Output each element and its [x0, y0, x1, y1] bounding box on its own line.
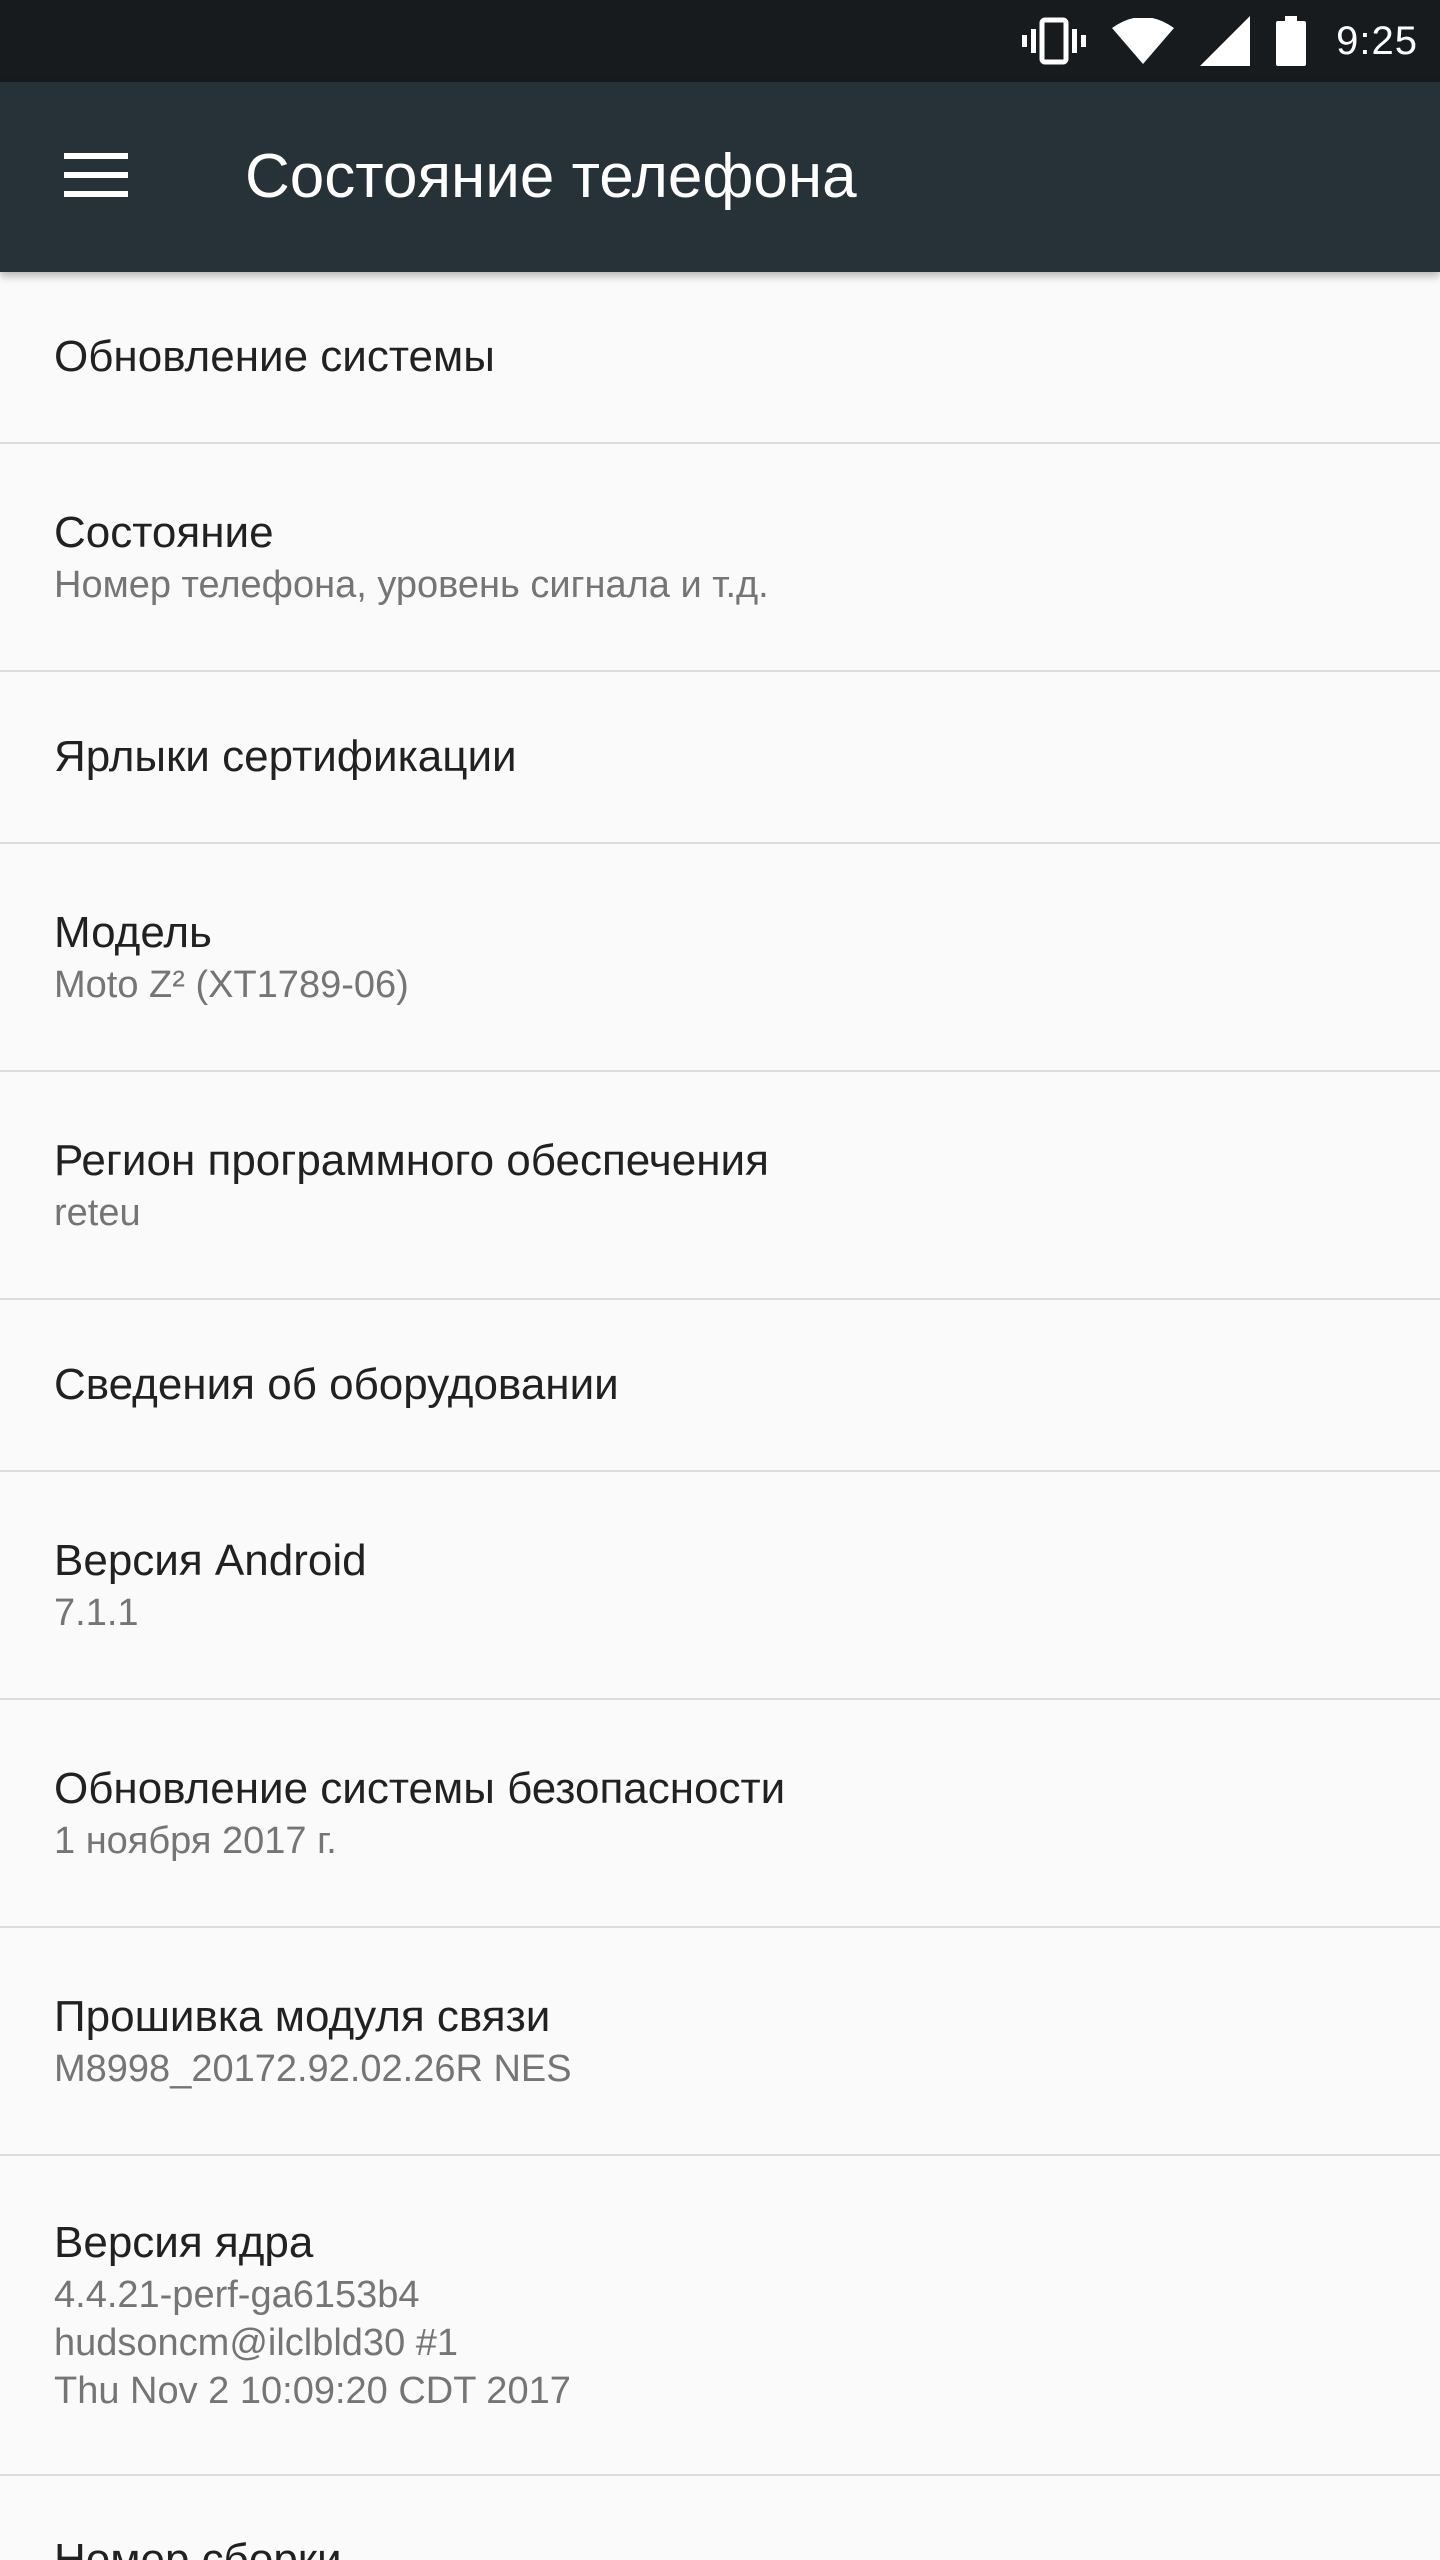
item-summary: M8998_20172.92.02.26R NES	[54, 2048, 572, 2090]
settings-item-certification-labels[interactable]: Ярлыки сертификации	[0, 672, 1440, 844]
vibrate-icon	[1022, 17, 1087, 65]
settings-item-system-update[interactable]: Обновление системы	[0, 272, 1440, 444]
settings-item-software-region[interactable]: Регион программного обеспечения reteu	[0, 1072, 1440, 1300]
item-title: Состояние	[54, 508, 274, 557]
app-bar: Состояние телефона	[0, 82, 1440, 272]
item-summary: reteu	[54, 1192, 141, 1234]
wifi-icon	[1112, 18, 1175, 64]
item-title: Версия Android	[54, 1536, 367, 1585]
battery-icon	[1276, 16, 1307, 66]
item-title: Регион программного обеспечения	[54, 1136, 769, 1185]
item-title: Сведения об оборудовании	[54, 1360, 619, 1409]
settings-item-build-number[interactable]: Номер сборки	[0, 2476, 1440, 2560]
status-time: 9:25	[1336, 18, 1418, 63]
status-icons: 9:25	[996, 0, 1418, 82]
menu-button[interactable]	[44, 133, 148, 221]
settings-item-baseband-version[interactable]: Прошивка модуля связи M8998_20172.92.02.…	[0, 1928, 1440, 2156]
settings-item-android-version[interactable]: Версия Android 7.1.1	[0, 1472, 1440, 1700]
hamburger-menu-icon	[64, 152, 128, 202]
settings-item-hardware-info[interactable]: Сведения об оборудовании	[0, 1300, 1440, 1472]
item-summary: 7.1.1	[54, 1592, 139, 1634]
status-bar: 9:25	[0, 0, 1440, 82]
settings-item-status[interactable]: Состояние Номер телефона, уровень сигнал…	[0, 444, 1440, 672]
item-summary: Moto Z² (XT1789-06)	[54, 964, 409, 1006]
cell-signal-icon	[1200, 16, 1251, 66]
item-title: Ярлыки сертификации	[54, 732, 517, 781]
item-title: Прошивка модуля связи	[54, 1992, 551, 2041]
item-summary: 1 ноября 2017 г.	[54, 1820, 337, 1862]
item-summary: Номер телефона, уровень сигнала и т.д.	[54, 564, 769, 606]
settings-list[interactable]: Обновление системы Состояние Номер телеф…	[0, 272, 1440, 2560]
item-summary: 4.4.21-perf-ga6153b4 hudsoncm@ilclbld30 …	[54, 2274, 571, 2412]
settings-item-model[interactable]: Модель Moto Z² (XT1789-06)	[0, 844, 1440, 1072]
item-title: Версия ядра	[54, 2218, 314, 2267]
item-title: Модель	[54, 908, 212, 957]
page-title: Состояние телефона	[245, 142, 857, 211]
item-title: Обновление системы безопасности	[54, 1764, 786, 1813]
item-title: Номер сборки	[54, 2535, 342, 2560]
settings-item-security-patch[interactable]: Обновление системы безопасности 1 ноября…	[0, 1700, 1440, 1928]
item-title: Обновление системы	[54, 332, 495, 381]
settings-item-kernel-version[interactable]: Версия ядра 4.4.21-perf-ga6153b4 hudsonc…	[0, 2156, 1440, 2476]
